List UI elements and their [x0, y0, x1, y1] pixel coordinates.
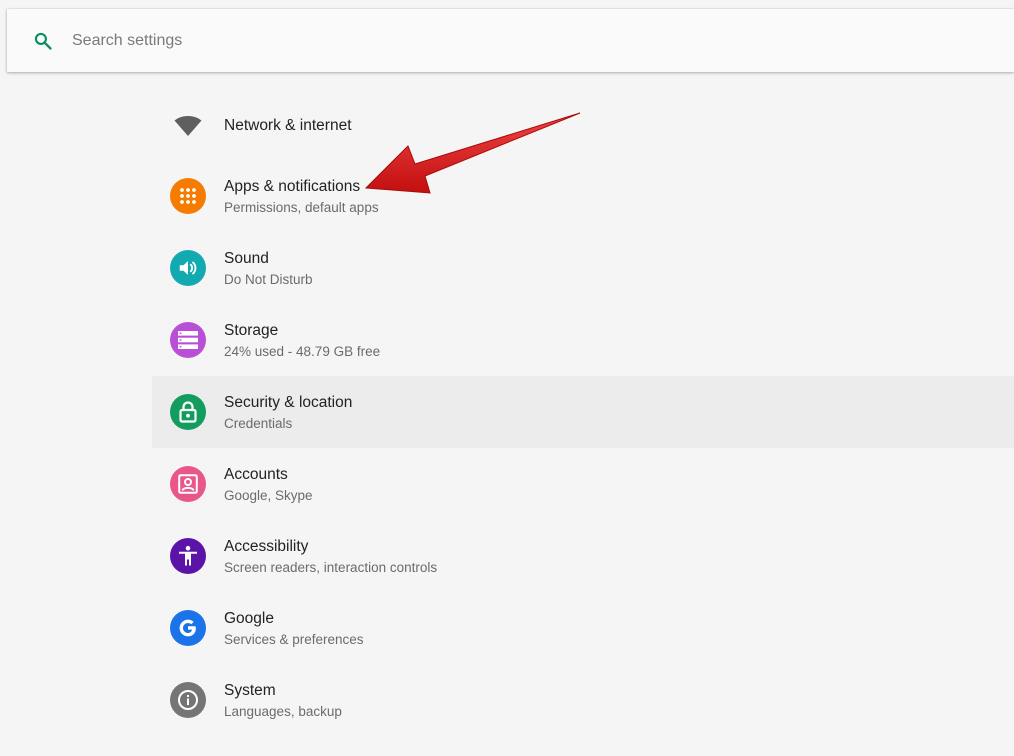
- settings-page: Search settings Network & internet Apps …: [0, 0, 1014, 756]
- settings-item-title: Storage: [224, 322, 279, 339]
- settings-item-network[interactable]: Network & internet: [152, 90, 1014, 160]
- apps-grid-icon: [170, 178, 206, 214]
- settings-item-title: System: [224, 682, 276, 699]
- settings-item-title: Network & internet: [224, 117, 352, 134]
- settings-item-subtitle: Permissions, default apps: [224, 200, 379, 215]
- settings-item-subtitle: Do Not Disturb: [224, 272, 313, 287]
- settings-item-storage[interactable]: Storage 24% used - 48.79 GB free: [152, 304, 1014, 376]
- wifi-icon: [170, 108, 206, 144]
- settings-item-title: Security & location: [224, 394, 353, 411]
- google-g-icon: [170, 610, 206, 646]
- storage-icon: [170, 322, 206, 358]
- info-icon: [170, 682, 206, 718]
- account-box-icon: [170, 466, 206, 502]
- volume-icon: [170, 250, 206, 286]
- settings-item-subtitle: Services & preferences: [224, 632, 364, 647]
- settings-list: Network & internet Apps & notifications …: [152, 90, 1014, 736]
- settings-item-subtitle: Languages, backup: [224, 704, 342, 719]
- search-bar[interactable]: Search settings: [7, 9, 1014, 72]
- settings-item-title: Google: [224, 610, 274, 627]
- settings-item-title: Accessibility: [224, 538, 309, 555]
- settings-item-accounts[interactable]: Accounts Google, Skype: [152, 448, 1014, 520]
- settings-item-google[interactable]: Google Services & preferences: [152, 592, 1014, 664]
- settings-item-title: Accounts: [224, 466, 288, 483]
- accessibility-icon: [170, 538, 206, 574]
- search-input[interactable]: Search settings: [72, 31, 182, 51]
- search-icon: [34, 32, 52, 50]
- settings-item-sound[interactable]: Sound Do Not Disturb: [152, 232, 1014, 304]
- settings-item-security[interactable]: Security & location Credentials: [152, 376, 1014, 448]
- settings-item-title: Apps & notifications: [224, 178, 361, 195]
- lock-icon: [170, 394, 206, 430]
- settings-item-system[interactable]: System Languages, backup: [152, 664, 1014, 736]
- settings-item-title: Sound: [224, 250, 269, 267]
- settings-item-subtitle: Screen readers, interaction controls: [224, 560, 438, 575]
- settings-item-subtitle: 24% used - 48.79 GB free: [224, 344, 381, 359]
- settings-item-subtitle: Credentials: [224, 416, 293, 431]
- settings-item-subtitle: Google, Skype: [224, 488, 313, 503]
- settings-item-apps[interactable]: Apps & notifications Permissions, defaul…: [152, 160, 1014, 232]
- settings-item-accessibility[interactable]: Accessibility Screen readers, interactio…: [152, 520, 1014, 592]
